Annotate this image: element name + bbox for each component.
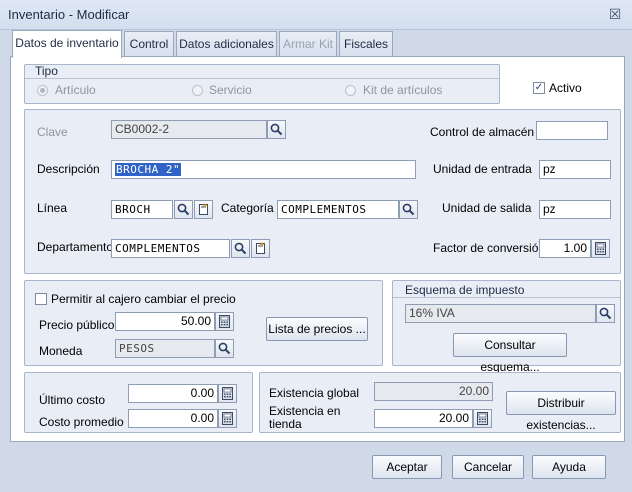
factor-calculator-icon[interactable] [591,239,610,258]
existencias-group: Existencia global 20.00 Existencia en ti… [259,372,621,433]
precio-group: Permitir al cajero cambiar el precio Pre… [24,280,383,366]
activo-checkbox[interactable]: ✓ [533,82,545,94]
inventory-panel: Tipo Artículo Servicio Kit de artículos … [10,56,625,442]
departamento-field[interactable]: COMPLEMENTOS [111,239,230,258]
categoria-search-icon[interactable] [399,200,418,219]
consultar-esquema-button[interactable]: Consultar esquema... [453,333,567,374]
control-almacen-field[interactable] [536,121,608,140]
lista-precios-button[interactable]: Lista de precios ... [266,317,368,341]
tab-control[interactable]: Control [124,31,174,56]
radio-articulo-label: Artículo [55,83,96,97]
descripcion-label: Descripción [37,162,100,176]
descripcion-field[interactable]: BROCHA 2" [111,160,416,179]
costos-group: Último costo 0.00 Costo promedio 0.00 [24,372,253,433]
precio-publico-field[interactable]: 50.00 [115,312,215,331]
departamento-search-icon[interactable] [231,239,250,258]
existencia-global-field: 20.00 [374,382,493,401]
costo-promedio-label: Costo promedio [39,415,124,429]
esquema-search-icon[interactable] [596,304,615,323]
ultimo-costo-field[interactable]: 0.00 [128,384,218,403]
cancelar-button[interactable]: Cancelar [452,455,524,479]
moneda-label: Moneda [39,344,83,358]
check-icon: ✓ [534,82,544,93]
tab-datos-inventario[interactable]: Datos de inventario [12,30,122,58]
esquema-impuesto-group: Esquema de impuesto 16% IVA Consultar es… [392,280,621,374]
existencia-tienda-calculator-icon[interactable] [473,409,492,428]
moneda-search-icon[interactable] [215,339,234,358]
descripcion-value: BROCHA 2" [115,163,182,176]
unidad-entrada-field[interactable]: pz [539,160,611,179]
radio-articulo[interactable] [37,85,48,96]
linea-new-icon[interactable] [194,200,213,219]
clave-field: CB0002-2 [111,120,267,139]
costo-promedio-field[interactable]: 0.00 [128,409,218,428]
factor-conversion-label: Factor de conversión [433,241,546,255]
title-bar: Inventario - Modificar ☒ [0,0,632,30]
dialog-button-bar: Aceptar Cancelar Ayuda [0,442,632,492]
unidad-entrada-label: Unidad de entrada [433,162,532,176]
categoria-field[interactable]: COMPLEMENTOS [277,200,399,219]
ayuda-button[interactable]: Ayuda [532,455,606,479]
existencia-tienda-label-2: tienda [269,417,302,431]
linea-label: Línea [37,201,68,215]
permitir-cajero-checkbox[interactable] [35,293,47,305]
clave-search-icon[interactable] [267,120,286,139]
ultimo-costo-calculator-icon[interactable] [218,384,237,403]
existencia-tienda-field[interactable]: 20.00 [374,409,473,428]
radio-servicio[interactable] [192,85,203,96]
linea-search-icon[interactable] [174,200,193,219]
departamento-new-icon[interactable] [251,239,270,258]
unidad-salida-label: Unidad de salida [442,201,532,215]
linea-field[interactable]: BROCH [111,200,173,219]
clave-label: Clave [37,125,68,139]
tipo-group: Tipo Artículo Servicio Kit de artículos [24,64,500,104]
factor-conversion-field[interactable]: 1.00 [539,239,591,258]
precio-calculator-icon[interactable] [215,312,234,331]
distribuir-existencias-button[interactable]: Distribuir existencias... [506,391,616,432]
categoria-label: Categoría [221,201,274,215]
permitir-cajero-label: Permitir al cajero cambiar el precio [51,292,236,306]
window-title: Inventario - Modificar [8,7,130,22]
moneda-field: PESOS [115,339,215,358]
control-almacen-label: Control de almacén [430,125,535,139]
unidad-salida-field[interactable]: pz [539,200,611,219]
departamento-label: Departamento [37,240,114,254]
close-icon[interactable]: ☒ [606,6,624,24]
tab-datos-adicionales[interactable]: Datos adicionales [176,31,277,56]
existencia-global-label: Existencia global [269,386,360,400]
esquema-impuesto-field: 16% IVA [405,304,596,323]
esquema-impuesto-title: Esquema de impuesto [405,283,525,297]
tipo-title: Tipo [35,64,58,78]
radio-kit[interactable] [345,85,356,96]
activo-label: Activo [549,81,582,95]
precio-publico-label: Precio público [39,318,115,332]
radio-servicio-label: Servicio [209,83,252,97]
existencia-tienda-label: Existencia en [269,404,341,418]
aceptar-button[interactable]: Aceptar [372,455,442,479]
radio-kit-label: Kit de artículos [363,83,443,97]
ultimo-costo-label: Último costo [39,393,106,407]
costo-promedio-calculator-icon[interactable] [218,409,237,428]
tab-fiscales[interactable]: Fiscales [339,31,393,56]
product-info-group: Clave CB0002-2 Descripción BROCHA 2" Lín… [24,109,621,274]
tab-armar-kit: Armar Kit [279,31,337,56]
